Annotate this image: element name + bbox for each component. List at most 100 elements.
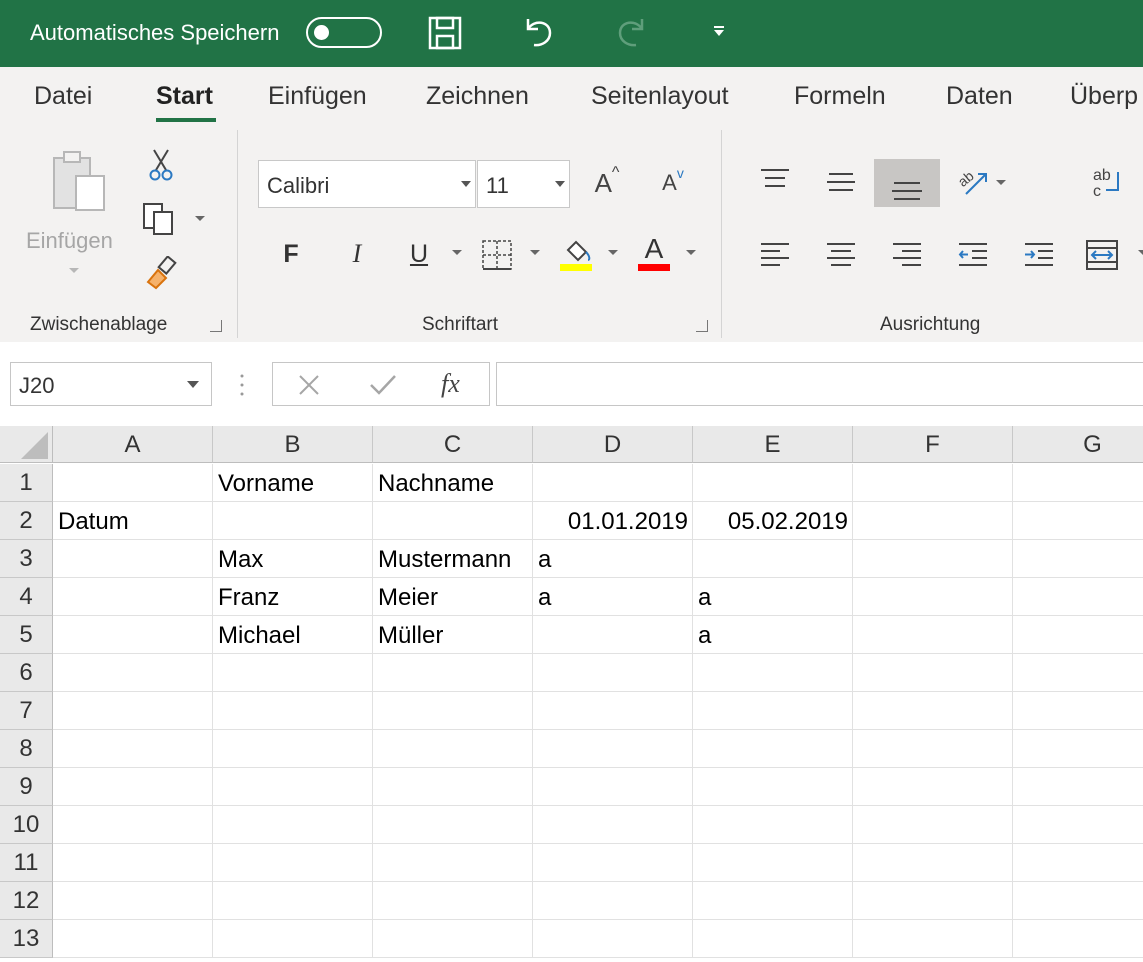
paste-dropdown-icon[interactable] bbox=[69, 268, 79, 273]
row-header[interactable]: 4 bbox=[0, 578, 53, 616]
cell-e4[interactable]: a bbox=[693, 578, 853, 616]
cell-d10[interactable] bbox=[533, 806, 693, 844]
cell-a13[interactable] bbox=[53, 920, 213, 958]
cell-g8[interactable] bbox=[1013, 730, 1143, 768]
tab-seitenlayout[interactable]: Seitenlayout bbox=[591, 82, 729, 111]
row-header[interactable]: 1 bbox=[0, 464, 53, 502]
decrease-indent-icon[interactable] bbox=[958, 242, 988, 268]
cell-c13[interactable] bbox=[373, 920, 533, 958]
formula-input[interactable] bbox=[496, 362, 1143, 406]
copy-dropdown-icon[interactable] bbox=[195, 216, 205, 221]
cell-b5[interactable]: Michael bbox=[213, 616, 373, 654]
cell-e5[interactable]: a bbox=[693, 616, 853, 654]
font-name-select[interactable]: Calibri bbox=[258, 160, 476, 208]
column-header-f[interactable]: F bbox=[853, 426, 1013, 463]
select-all-button[interactable] bbox=[0, 426, 53, 463]
cell-e2[interactable]: 05.02.2019 bbox=[693, 502, 853, 540]
cell-g7[interactable] bbox=[1013, 692, 1143, 730]
cell-a1[interactable] bbox=[53, 464, 213, 502]
font-size-select[interactable]: 11 bbox=[477, 160, 570, 208]
align-top-icon[interactable] bbox=[760, 168, 790, 190]
cell-f13[interactable] bbox=[853, 920, 1013, 958]
cell-d12[interactable] bbox=[533, 882, 693, 920]
cell-g11[interactable] bbox=[1013, 844, 1143, 882]
align-bottom-button[interactable] bbox=[874, 159, 940, 207]
align-center-icon[interactable] bbox=[826, 242, 856, 268]
row-header[interactable]: 7 bbox=[0, 692, 53, 730]
cell-d7[interactable] bbox=[533, 692, 693, 730]
cell-a10[interactable] bbox=[53, 806, 213, 844]
row-header[interactable]: 3 bbox=[0, 540, 53, 578]
cell-e3[interactable] bbox=[693, 540, 853, 578]
cell-e1[interactable] bbox=[693, 464, 853, 502]
tab-daten[interactable]: Daten bbox=[946, 82, 1013, 111]
cell-g5[interactable] bbox=[1013, 616, 1143, 654]
tab-formeln[interactable]: Formeln bbox=[794, 82, 886, 111]
cell-c1[interactable]: Nachname bbox=[373, 464, 533, 502]
column-header-d[interactable]: D bbox=[533, 426, 693, 463]
cell-f9[interactable] bbox=[853, 768, 1013, 806]
cell-g9[interactable] bbox=[1013, 768, 1143, 806]
column-header-g[interactable]: G bbox=[1013, 426, 1143, 463]
cell-e10[interactable] bbox=[693, 806, 853, 844]
paste-icon[interactable] bbox=[50, 150, 110, 214]
cell-c9[interactable] bbox=[373, 768, 533, 806]
cell-e6[interactable] bbox=[693, 654, 853, 692]
cell-g4[interactable] bbox=[1013, 578, 1143, 616]
cell-e7[interactable] bbox=[693, 692, 853, 730]
format-painter-icon[interactable] bbox=[144, 255, 178, 290]
cell-a6[interactable] bbox=[53, 654, 213, 692]
cell-f2[interactable] bbox=[853, 502, 1013, 540]
cut-icon[interactable] bbox=[148, 148, 174, 182]
cell-f7[interactable] bbox=[853, 692, 1013, 730]
save-icon[interactable] bbox=[428, 16, 462, 50]
cell-a7[interactable] bbox=[53, 692, 213, 730]
row-header[interactable]: 11 bbox=[0, 844, 53, 882]
cell-a8[interactable] bbox=[53, 730, 213, 768]
cell-b9[interactable] bbox=[213, 768, 373, 806]
cell-c2[interactable] bbox=[373, 502, 533, 540]
column-header-e[interactable]: E bbox=[693, 426, 853, 463]
cell-b13[interactable] bbox=[213, 920, 373, 958]
cell-g6[interactable] bbox=[1013, 654, 1143, 692]
cell-f10[interactable] bbox=[853, 806, 1013, 844]
cell-b12[interactable] bbox=[213, 882, 373, 920]
cell-a3[interactable] bbox=[53, 540, 213, 578]
cell-g12[interactable] bbox=[1013, 882, 1143, 920]
row-header[interactable]: 8 bbox=[0, 730, 53, 768]
cell-b2[interactable] bbox=[213, 502, 373, 540]
fill-color-dropdown-icon[interactable] bbox=[608, 250, 618, 255]
cell-f4[interactable] bbox=[853, 578, 1013, 616]
cell-c10[interactable] bbox=[373, 806, 533, 844]
cell-b6[interactable] bbox=[213, 654, 373, 692]
cell-f5[interactable] bbox=[853, 616, 1013, 654]
wrap-text-icon[interactable]: ab c bbox=[1090, 164, 1124, 200]
orientation-icon[interactable]: ab bbox=[955, 164, 990, 198]
underline-button[interactable]: U bbox=[406, 238, 432, 270]
cell-a4[interactable] bbox=[53, 578, 213, 616]
cell-f1[interactable] bbox=[853, 464, 1013, 502]
tab-datei[interactable]: Datei bbox=[34, 82, 92, 111]
cell-c11[interactable] bbox=[373, 844, 533, 882]
cell-a11[interactable] bbox=[53, 844, 213, 882]
cell-d13[interactable] bbox=[533, 920, 693, 958]
row-header[interactable]: 10 bbox=[0, 806, 53, 844]
cell-d4[interactable]: a bbox=[533, 578, 693, 616]
column-header-a[interactable]: A bbox=[53, 426, 213, 463]
borders-dropdown-icon[interactable] bbox=[530, 250, 540, 255]
row-header[interactable]: 13 bbox=[0, 920, 53, 958]
cell-a5[interactable] bbox=[53, 616, 213, 654]
cell-d9[interactable] bbox=[533, 768, 693, 806]
font-color-button[interactable]: A bbox=[638, 233, 670, 264]
column-header-b[interactable]: B bbox=[213, 426, 373, 463]
cell-e13[interactable] bbox=[693, 920, 853, 958]
merge-dropdown-icon[interactable] bbox=[1138, 250, 1143, 255]
cell-e9[interactable] bbox=[693, 768, 853, 806]
cancel-icon[interactable] bbox=[297, 373, 321, 397]
cell-f6[interactable] bbox=[853, 654, 1013, 692]
cell-g10[interactable] bbox=[1013, 806, 1143, 844]
cell-c3[interactable]: Mustermann bbox=[373, 540, 533, 578]
cell-d11[interactable] bbox=[533, 844, 693, 882]
customize-toolbar-icon[interactable] bbox=[714, 30, 724, 36]
underline-dropdown-icon[interactable] bbox=[452, 250, 462, 255]
